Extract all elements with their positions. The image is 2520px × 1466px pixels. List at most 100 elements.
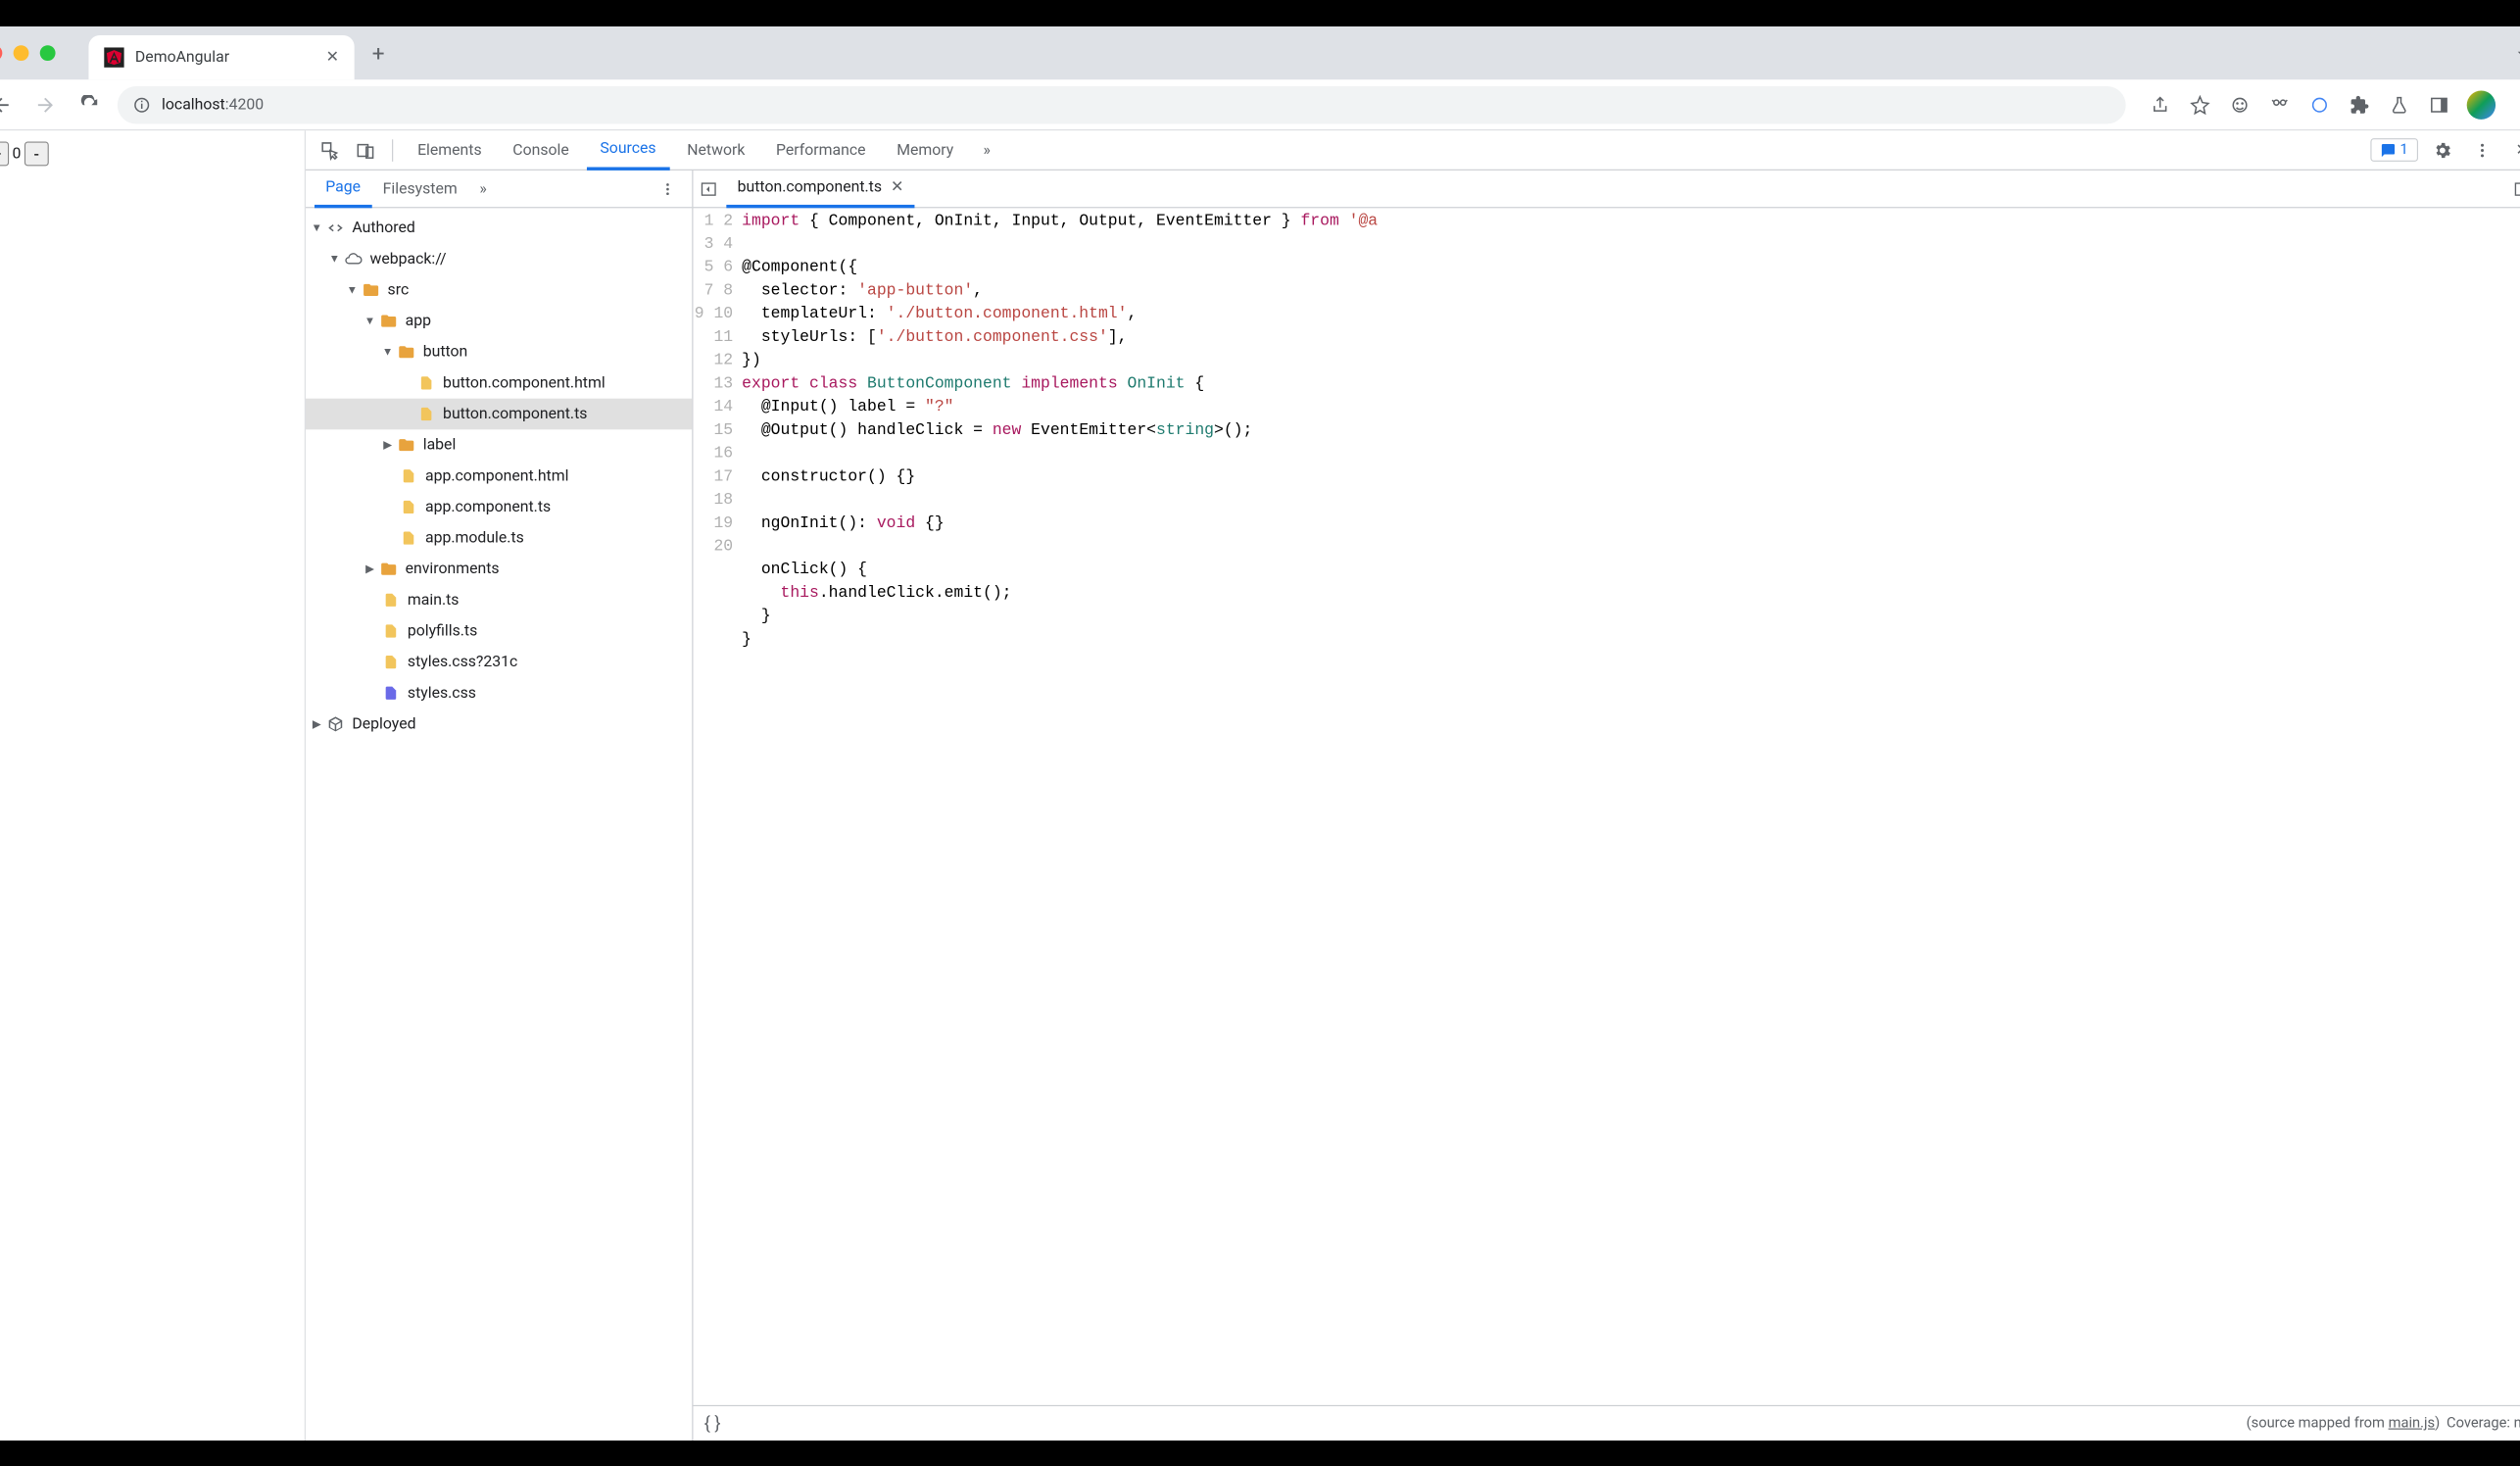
tree-authored[interactable]: ▼ Authored <box>306 212 692 243</box>
file-icon <box>399 497 418 516</box>
browser-window: DemoAngular ✕ + localhost:4200 <box>0 25 2520 1440</box>
tab-title: DemoAngular <box>135 48 315 66</box>
file-icon <box>416 372 436 392</box>
tree-label: app.component.ts <box>425 498 551 515</box>
line-gutter: 1 2 3 4 5 6 7 8 9 10 11 12 13 14 15 16 1… <box>693 210 742 1404</box>
close-devtools-icon[interactable]: ✕ <box>2506 134 2520 166</box>
close-editor-tab-icon[interactable]: ✕ <box>891 177 903 195</box>
nav-tab-page[interactable]: Page <box>315 170 371 207</box>
tree-styles-q[interactable]: styles.css?231c <box>306 646 692 677</box>
nav-more-tabs-icon[interactable]: » <box>468 170 498 207</box>
issues-count: 1 <box>2400 141 2408 158</box>
tree-label: label <box>423 436 457 454</box>
share-icon[interactable] <box>2148 92 2172 117</box>
tab-network[interactable]: Network <box>674 130 758 170</box>
code-editor[interactable]: 1 2 3 4 5 6 7 8 9 10 11 12 13 14 15 16 1… <box>693 208 2520 1405</box>
file-icon <box>416 404 436 423</box>
extension-icon-1[interactable] <box>2228 92 2253 117</box>
decrement-button[interactable]: - <box>24 141 49 166</box>
tree-environments[interactable]: ▶ environments <box>306 553 692 584</box>
pretty-print-icon[interactable]: { } <box>704 1412 721 1433</box>
sources-navigator: Page Filesystem » ▼ Authored ▼ <box>306 170 694 1440</box>
increment-button[interactable]: + <box>0 141 9 166</box>
tree-label: button.component.html <box>443 373 606 391</box>
toggle-navigator-icon[interactable] <box>700 179 726 197</box>
nav-tab-filesystem[interactable]: Filesystem <box>371 170 468 207</box>
editor-tabs: button.component.ts ✕ <box>693 170 2520 207</box>
omnibox[interactable]: localhost:4200 <box>118 85 2126 122</box>
extension-icon-2[interactable] <box>2267 92 2292 117</box>
maximize-window-button[interactable] <box>40 45 56 61</box>
tab-elements[interactable]: Elements <box>405 130 496 170</box>
file-icon <box>381 652 401 671</box>
site-info-icon[interactable] <box>133 95 151 113</box>
inspect-element-icon[interactable] <box>315 134 346 166</box>
file-tree[interactable]: ▼ Authored ▼ webpack:// ▼ src <box>306 208 692 1441</box>
close-tab-icon[interactable]: ✕ <box>326 48 339 66</box>
extensions-puzzle-icon[interactable] <box>2348 92 2372 117</box>
tree-label: webpack:// <box>369 250 446 268</box>
code-content[interactable]: import { Component, OnInit, Input, Outpu… <box>742 210 2520 1404</box>
settings-gear-icon[interactable] <box>2427 134 2458 166</box>
more-tabs-icon[interactable]: » <box>971 134 1002 166</box>
tree-button-html[interactable]: button.component.html <box>306 367 692 399</box>
content-row: + 0 - Elements Console Sources Network P… <box>0 130 2520 1441</box>
bookmark-star-icon[interactable] <box>2188 92 2212 117</box>
extension-icon-3[interactable] <box>2307 92 2332 117</box>
tab-performance[interactable]: Performance <box>762 130 879 170</box>
tree-label: Authored <box>352 219 414 236</box>
issues-badge[interactable]: 1 <box>2370 138 2418 162</box>
source-map-link[interactable]: main.js <box>2389 1415 2436 1432</box>
labs-flask-icon[interactable] <box>2387 92 2411 117</box>
sources-panel: Page Filesystem » ▼ Authored ▼ <box>306 170 2520 1440</box>
reload-button[interactable] <box>73 87 107 121</box>
tree-deployed[interactable]: ▶ Deployed <box>306 709 692 740</box>
toolbar-icons <box>2148 89 2520 118</box>
tabs-dropdown-icon[interactable] <box>2513 45 2520 61</box>
back-button[interactable] <box>0 87 18 121</box>
chrome-menu-icon[interactable] <box>2511 92 2520 117</box>
tree-app[interactable]: ▼ app <box>306 305 692 336</box>
tree-styles[interactable]: styles.css <box>306 677 692 709</box>
devtools-menu-icon[interactable] <box>2467 134 2498 166</box>
navigator-tabs: Page Filesystem » <box>306 170 692 207</box>
close-window-button[interactable] <box>0 45 2 61</box>
folder-icon <box>397 434 416 454</box>
tree-label: environments <box>406 560 500 577</box>
toggle-debugger-icon[interactable] <box>2513 179 2520 197</box>
tree-main[interactable]: main.ts <box>306 584 692 615</box>
profile-avatar[interactable] <box>2467 89 2496 118</box>
tab-memory[interactable]: Memory <box>884 130 967 170</box>
tree-app-ts[interactable]: app.component.ts <box>306 491 692 522</box>
tree-label: button <box>423 343 468 361</box>
tree-label: app.component.html <box>425 466 568 484</box>
nav-menu-icon[interactable] <box>653 172 684 204</box>
tab-console[interactable]: Console <box>500 130 583 170</box>
tree-button-folder[interactable]: ▼ button <box>306 336 692 367</box>
coverage-label: Coverage: n/a <box>2447 1415 2520 1432</box>
tree-label-folder[interactable]: ▶ label <box>306 429 692 461</box>
tree-src[interactable]: ▼ src <box>306 274 692 306</box>
editor-tab-label: button.component.ts <box>738 177 882 195</box>
browser-tab[interactable]: DemoAngular ✕ <box>88 35 354 79</box>
tree-app-html[interactable]: app.component.html <box>306 460 692 491</box>
cube-icon <box>325 713 345 733</box>
forward-button[interactable] <box>28 87 62 121</box>
new-tab-button[interactable]: + <box>372 39 385 66</box>
file-icon <box>399 465 418 485</box>
editor-tab-active[interactable]: button.component.ts ✕ <box>726 170 914 207</box>
tree-button-ts[interactable]: button.component.ts <box>306 398 692 429</box>
minimize-window-button[interactable] <box>14 45 29 61</box>
tree-webpack[interactable]: ▼ webpack:// <box>306 243 692 274</box>
tree-label: button.component.ts <box>443 405 587 422</box>
tab-sources[interactable]: Sources <box>587 130 669 170</box>
url-text: localhost:4200 <box>162 95 264 113</box>
tree-label: Deployed <box>352 714 415 732</box>
tree-label: styles.css <box>408 684 476 702</box>
source-mapped-label: (source mapped from main.js) <box>2247 1415 2441 1432</box>
tree-app-module[interactable]: app.module.ts <box>306 522 692 554</box>
device-toolbar-icon[interactable] <box>350 134 381 166</box>
side-panel-icon[interactable] <box>2427 92 2451 117</box>
tree-polyfills[interactable]: polyfills.ts <box>306 615 692 647</box>
folder-icon <box>379 311 399 330</box>
